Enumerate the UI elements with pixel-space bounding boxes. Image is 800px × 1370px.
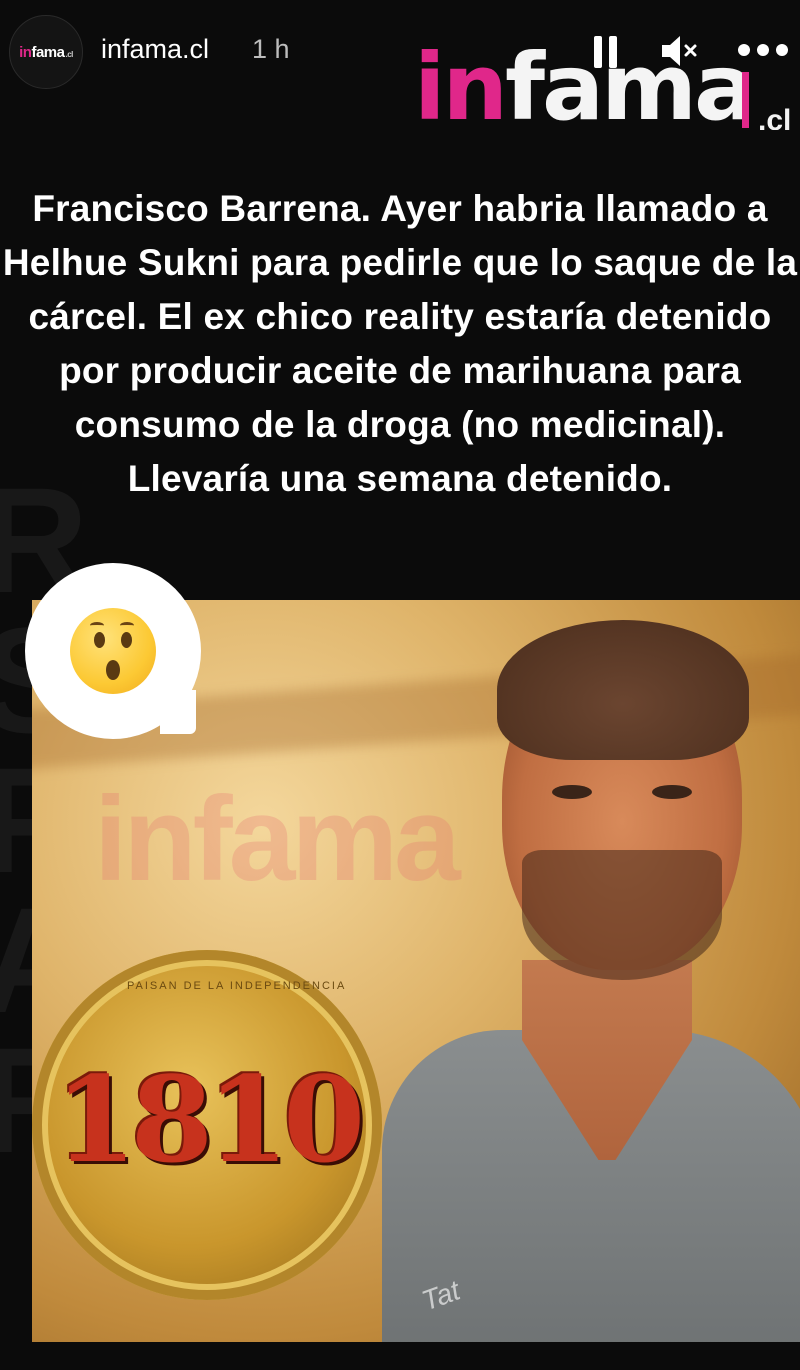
brand-logo-tld: .cl [758,104,792,130]
surprised-face-icon [70,608,156,694]
story-headline: Francisco Barrena. Ayer habria llamado a… [2,188,798,499]
medal-1810: PAISAN DE LA INDEPENDENCIA 1810 [32,950,382,1300]
brand-logo-bar [742,72,749,128]
avatar-text-pink: in [19,43,32,61]
brand-logo-text: infama [414,40,756,130]
coin-label: 1810 [54,1050,365,1189]
avatar[interactable]: in fama .cl [9,15,83,89]
hair [497,620,749,760]
post-time: 1 h [252,34,290,64]
coin-rim-text: PAISAN DE LA INDEPENDENCIA [127,980,347,992]
avatar-tld: .cl [65,49,73,59]
brand-logo: infama .cl [414,40,800,130]
beard [522,850,722,980]
left-eye [552,785,592,799]
person-portrait [372,600,800,1342]
avatar-text: fama [31,43,65,61]
username[interactable]: infama.cl [101,34,209,65]
right-eye [652,785,692,799]
